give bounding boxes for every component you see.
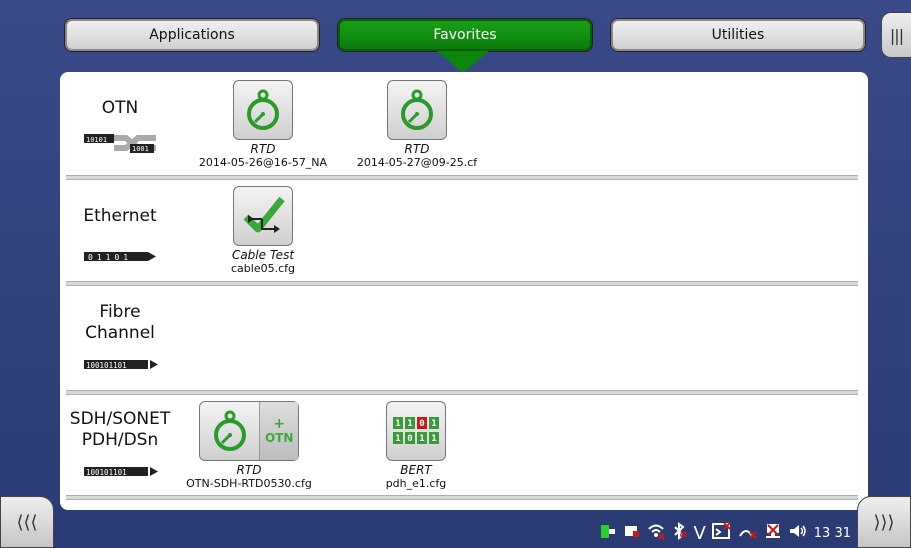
category-row-otn: OTN 10101 1001 RTD 2014-05-26@16-57_NA R… [60, 72, 868, 180]
row-divider [66, 495, 858, 500]
favorite-item[interactable]: Cable Test cable05.cfg [188, 186, 338, 275]
chevron-right-triple-icon[interactable]: ⟩⟩⟩ [857, 496, 911, 548]
svg-text:100101101: 100101101 [86, 468, 127, 477]
svg-text:1001: 1001 [132, 145, 149, 153]
svg-text:01101: 01101 [88, 253, 132, 262]
favorite-file: cable05.cfg [231, 262, 295, 275]
svg-text:1: 1 [431, 434, 436, 444]
ethernet-bits-icon: 01101 [84, 248, 156, 267]
favorite-file: OTN-SDH-RTD0530.cfg [186, 477, 312, 490]
svg-text:0: 0 [419, 419, 424, 429]
svg-text:1: 1 [395, 419, 400, 429]
svg-text:1: 1 [431, 419, 436, 429]
remote-access-icon [738, 522, 758, 544]
favorite-item[interactable]: + OTN RTD OTN-SDH-RTD0530.cfg [174, 401, 324, 490]
favorite-item[interactable]: RTD 2014-05-27@09-25.cf [342, 80, 492, 169]
stopwatch-icon[interactable] [233, 80, 293, 140]
svg-text:1: 1 [407, 419, 412, 429]
cable-test-icon[interactable] [233, 186, 293, 246]
favorite-name: Cable Test [231, 248, 295, 262]
usb-device-icon [623, 522, 641, 544]
favorite-item[interactable]: 1 1 0 1 1 0 1 1 BERT pdh_e1.cfg [356, 401, 476, 490]
chevron-left-triple-icon[interactable]: ⟨⟨⟨ [0, 496, 54, 548]
svg-text:1: 1 [419, 434, 424, 444]
tab-applications[interactable]: Applications [64, 18, 320, 52]
tab-favorites[interactable]: Favorites [337, 18, 593, 52]
speaker-icon [788, 522, 808, 544]
power-plug-icon [599, 522, 617, 544]
stopwatch-otn-icon[interactable]: + OTN [199, 401, 299, 461]
svg-text:100101101: 100101101 [86, 361, 127, 370]
category-row-fibre-channel: Fibre Channel 100101101 [60, 286, 868, 390]
favorites-panel: OTN 10101 1001 RTD 2014-05-26@16-57_NA R… [60, 72, 868, 510]
bert-icon[interactable]: 1 1 0 1 1 0 1 1 [386, 401, 446, 461]
wifi-icon [647, 522, 666, 544]
fibre-channel-bits-icon: 100101101 [84, 356, 158, 375]
sdh-bits-icon: 100101101 [84, 463, 158, 482]
clock-time: 13 31 [813, 525, 851, 541]
terminal-icon [711, 522, 732, 544]
svg-text:0: 0 [407, 434, 412, 444]
bluetooth-icon [671, 522, 688, 544]
category-row-ethernet: Ethernet 01101 Cable Test cable05.cfg [60, 180, 868, 284]
favorite-name: RTD [236, 463, 262, 477]
active-tab-pointer [437, 51, 489, 73]
favorite-item[interactable]: RTD 2014-05-26@16-57_NA [188, 80, 338, 169]
favorite-file: pdh_e1.cfg [385, 477, 447, 490]
favorite-name: RTD [250, 142, 276, 156]
favorite-name: RTD [404, 142, 430, 156]
category-label: Ethernet [83, 206, 157, 226]
menu-handle-icon[interactable]: ||| [881, 12, 911, 58]
svg-text:1: 1 [395, 434, 400, 444]
status-bar: V 13 31 [599, 522, 851, 544]
category-label: SDH/SONET PDH/DSn [69, 409, 171, 450]
favorite-file: 2014-05-27@09-25.cf [356, 156, 478, 169]
favorite-file: 2014-05-26@16-57_NA [198, 156, 328, 169]
tab-utilities[interactable]: Utilities [610, 18, 866, 52]
favorite-name: BERT [400, 463, 432, 477]
svg-text:10101: 10101 [86, 136, 107, 144]
network-icon [764, 522, 782, 544]
category-row-sdh-sonet: SDH/SONET PDH/DSn 100101101 + OTN RTD OT… [60, 395, 868, 503]
category-label: OTN [101, 98, 139, 118]
otn-bits-icon: 10101 1001 [84, 132, 156, 158]
stopwatch-icon[interactable] [387, 80, 447, 140]
category-label: Fibre Channel [85, 302, 155, 343]
v-indicator-icon: V [693, 522, 706, 544]
